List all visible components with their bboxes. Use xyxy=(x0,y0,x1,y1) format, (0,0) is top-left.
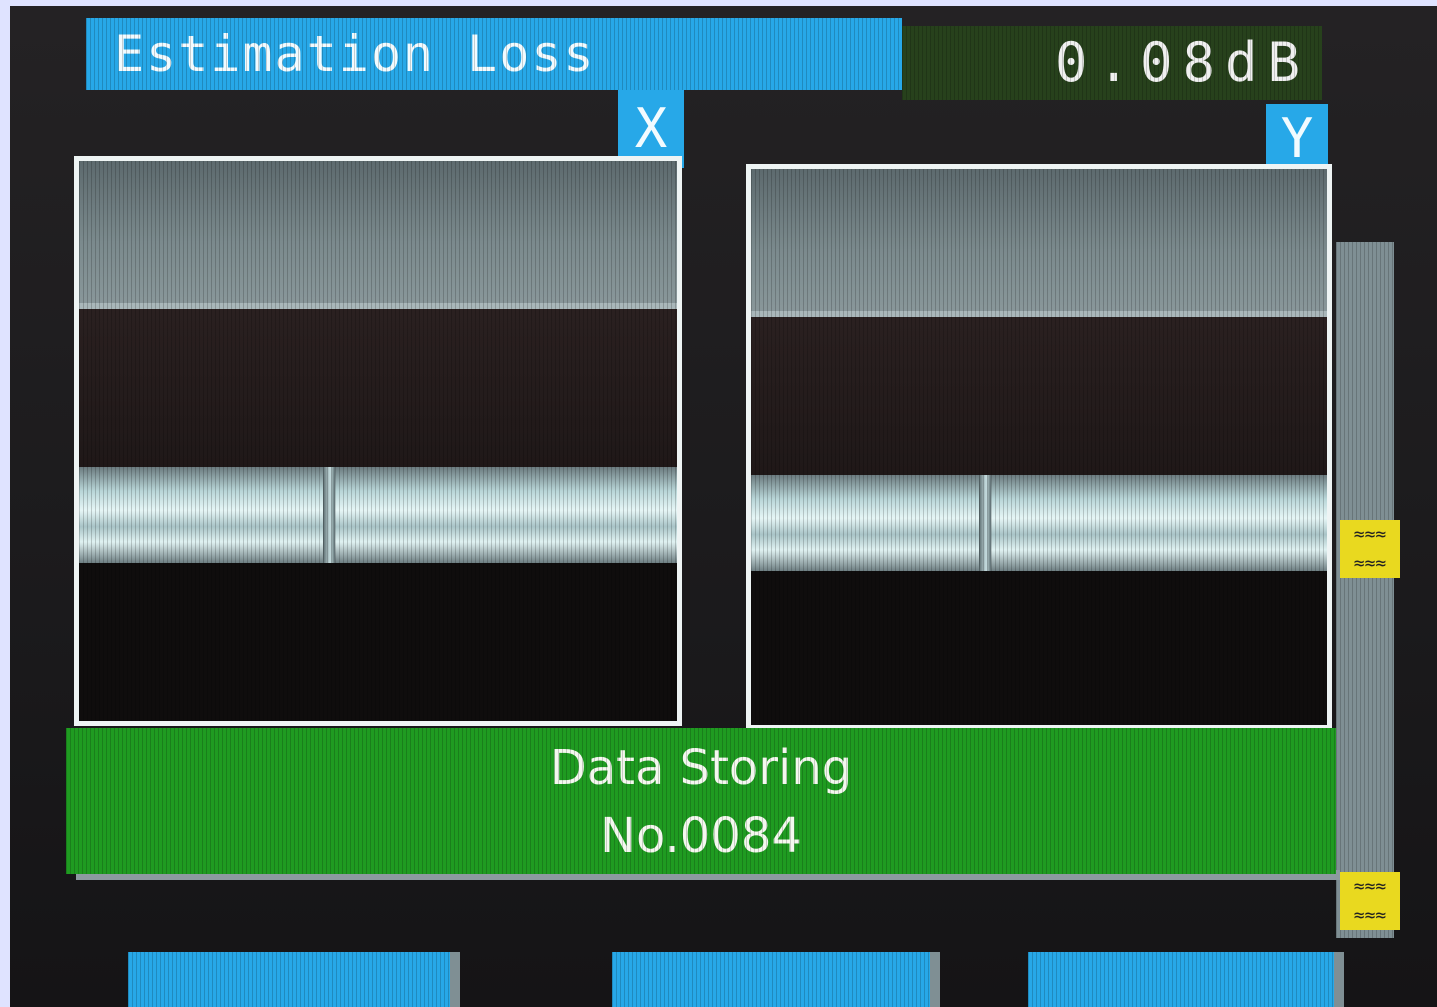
softkey-2[interactable] xyxy=(612,952,930,1007)
double-wave-icon: ≈≈≈ ≈≈≈ xyxy=(1340,520,1400,578)
background-region xyxy=(79,563,677,721)
fiber-image xyxy=(751,475,1327,571)
device-bezel-left xyxy=(0,0,10,1007)
background-region xyxy=(751,571,1327,725)
splice-point xyxy=(323,467,335,563)
side-gauge xyxy=(1336,242,1394,938)
fiber-image xyxy=(79,467,677,563)
estimated-loss-value: 0.08dB xyxy=(902,26,1322,100)
x-camera-view xyxy=(74,156,682,726)
softkey-1[interactable] xyxy=(128,952,450,1007)
page-title: Estimation Loss xyxy=(86,18,902,90)
splicer-screen: Estimation Loss 0.08dB X Y ≈≈≈ ≈≈≈ ≈≈≈ ≈≈≈… xyxy=(10,6,1437,1007)
background-region xyxy=(79,309,677,469)
status-message: Data Storing No.0084 xyxy=(66,728,1336,874)
background-region xyxy=(751,317,1327,477)
v-groove-band xyxy=(751,169,1327,317)
status-text: Data Storing xyxy=(549,740,853,796)
softkey-3[interactable] xyxy=(1028,952,1334,1007)
splice-point xyxy=(979,475,991,571)
v-groove-band xyxy=(79,161,677,309)
y-camera-view xyxy=(746,164,1332,730)
record-number: No.0084 xyxy=(600,808,802,864)
double-wave-icon: ≈≈≈ ≈≈≈ xyxy=(1340,872,1400,930)
